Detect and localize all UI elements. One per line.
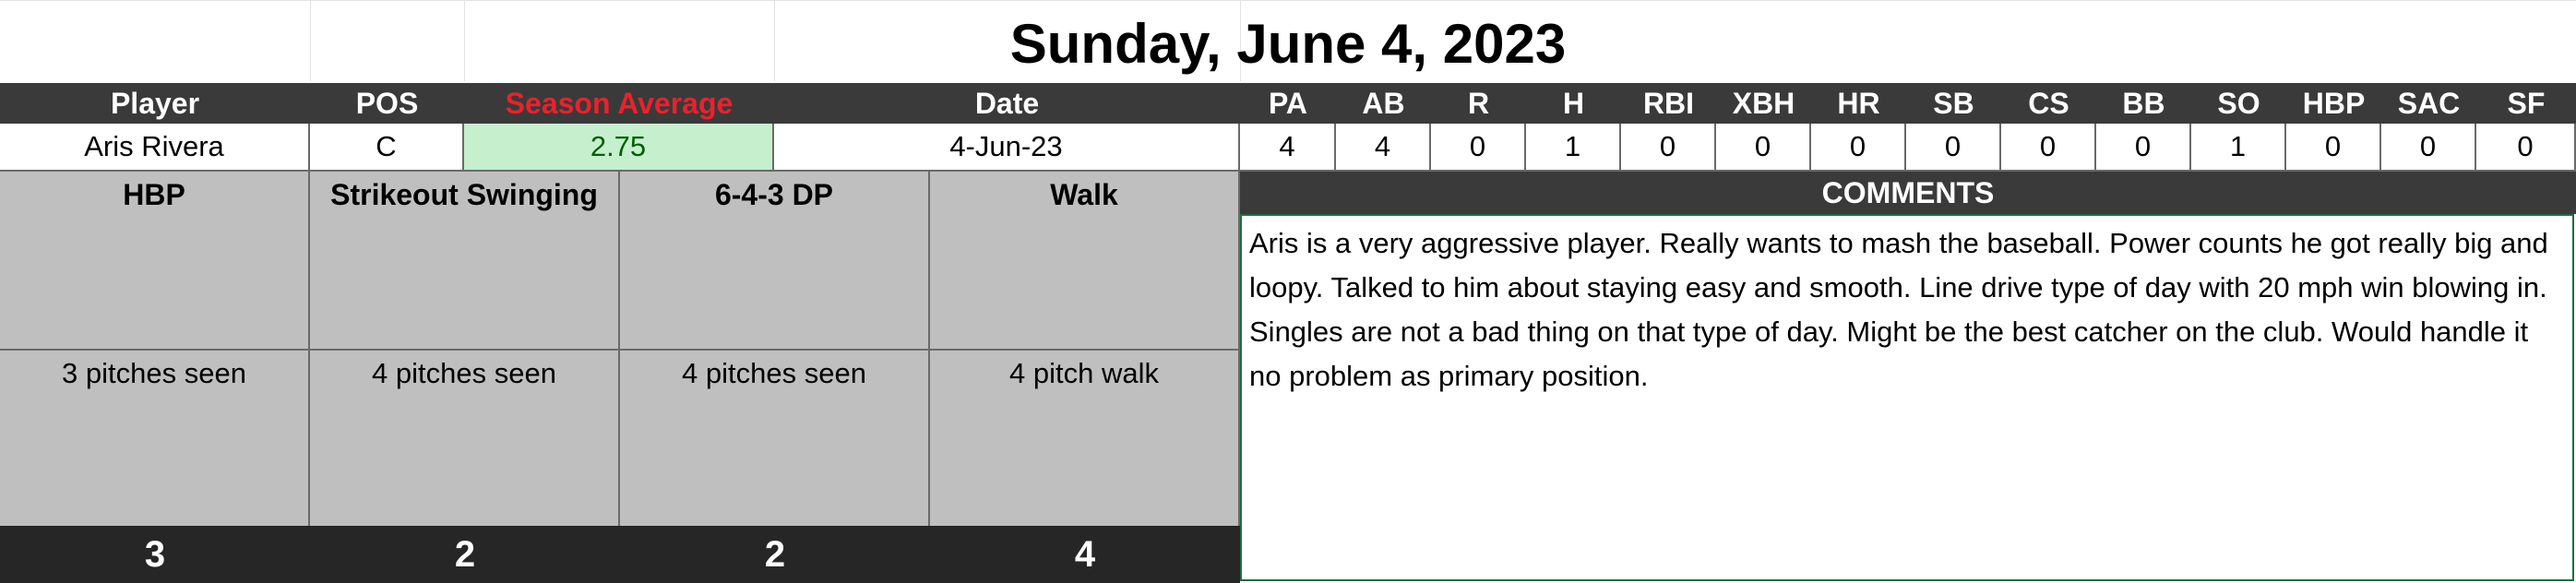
header-hbp[interactable]: HBP xyxy=(2286,83,2381,124)
header-date[interactable]: Date xyxy=(774,83,1240,124)
cell-sf[interactable]: 0 xyxy=(2476,124,2576,172)
cell-ab[interactable]: 4 xyxy=(1336,124,1431,172)
at-bat-score[interactable]: 2 xyxy=(310,526,620,583)
header-pos[interactable]: POS xyxy=(310,83,464,124)
at-bat-pitches[interactable]: 4 pitches seen xyxy=(310,351,618,397)
header-xbh[interactable]: XBH xyxy=(1716,83,1811,124)
header-bb[interactable]: BB xyxy=(2096,83,2191,124)
header-sac[interactable]: SAC xyxy=(2381,83,2476,124)
at-bat-score[interactable]: 4 xyxy=(930,526,1240,583)
cell-r[interactable]: 0 xyxy=(1431,124,1526,172)
cell-pos[interactable]: C xyxy=(310,124,464,172)
at-bat-result[interactable]: 6-4-3 DP xyxy=(620,172,928,218)
header-ab[interactable]: AB xyxy=(1336,83,1431,124)
header-r[interactable]: R xyxy=(1431,83,1526,124)
at-bat-pitches[interactable]: 3 pitches seen xyxy=(0,351,308,397)
at-bat-panel: HBP 3 pitches seen Strikeout Swinging 4 … xyxy=(0,172,1240,526)
header-row: Player POS Season Average Date PA AB R H… xyxy=(0,83,2576,124)
cell-bb[interactable]: 0 xyxy=(2096,124,2191,172)
cell-sac[interactable]: 0 xyxy=(2381,124,2476,172)
cell-hr[interactable]: 0 xyxy=(1811,124,1906,172)
at-bat-result[interactable]: HBP xyxy=(0,172,308,218)
at-bat-pitches[interactable]: 4 pitches seen xyxy=(620,351,928,397)
header-sf[interactable]: SF xyxy=(2476,83,2576,124)
header-so[interactable]: SO xyxy=(2191,83,2286,124)
header-hr[interactable]: HR xyxy=(1811,83,1906,124)
at-bat-column[interactable]: Strikeout Swinging 4 pitches seen xyxy=(310,172,620,526)
cell-cs[interactable]: 0 xyxy=(2001,124,2096,172)
cell-player[interactable]: Aris Rivera xyxy=(0,124,310,172)
player-stat-row: Aris Rivera C 2.75 4-Jun-23 4 4 0 1 0 0 … xyxy=(0,124,2576,172)
at-bat-pitches[interactable]: 4 pitch walk xyxy=(930,351,1238,397)
cell-pa[interactable]: 4 xyxy=(1240,124,1336,172)
at-bat-column[interactable]: 6-4-3 DP 4 pitches seen xyxy=(620,172,930,526)
header-h[interactable]: H xyxy=(1526,83,1621,124)
cell-xbh[interactable]: 0 xyxy=(1716,124,1811,172)
cell-h[interactable]: 1 xyxy=(1526,124,1621,172)
at-bat-score[interactable]: 3 xyxy=(0,526,310,583)
cell-hbp[interactable]: 0 xyxy=(2286,124,2381,172)
at-bat-result[interactable]: Walk xyxy=(930,172,1238,218)
at-bat-column[interactable]: HBP 3 pitches seen xyxy=(0,172,310,526)
comments-cell[interactable]: Aris is a very aggressive player. Really… xyxy=(1240,214,2574,581)
header-sb[interactable]: SB xyxy=(1906,83,2001,124)
at-bat-column[interactable]: Walk 4 pitch walk xyxy=(930,172,1240,526)
sheet-gridline xyxy=(0,0,2576,1)
at-bat-score[interactable]: 2 xyxy=(620,526,930,583)
header-rbi[interactable]: RBI xyxy=(1621,83,1716,124)
cell-date[interactable]: 4-Jun-23 xyxy=(774,124,1240,172)
cell-so[interactable]: 1 xyxy=(2191,124,2286,172)
header-season-average[interactable]: Season Average xyxy=(464,83,774,124)
cell-sb[interactable]: 0 xyxy=(1906,124,2001,172)
at-bat-score-row: 3 2 2 4 xyxy=(0,526,1240,583)
header-pa[interactable]: PA xyxy=(1240,83,1336,124)
header-player[interactable]: Player xyxy=(0,83,310,124)
cell-season-average[interactable]: 2.75 xyxy=(464,124,774,172)
comments-header[interactable]: COMMENTS xyxy=(1240,172,2576,214)
at-bat-result[interactable]: Strikeout Swinging xyxy=(310,172,618,218)
page-title[interactable]: Sunday, June 4, 2023 xyxy=(0,6,2576,83)
cell-rbi[interactable]: 0 xyxy=(1621,124,1716,172)
header-cs[interactable]: CS xyxy=(2001,83,2096,124)
